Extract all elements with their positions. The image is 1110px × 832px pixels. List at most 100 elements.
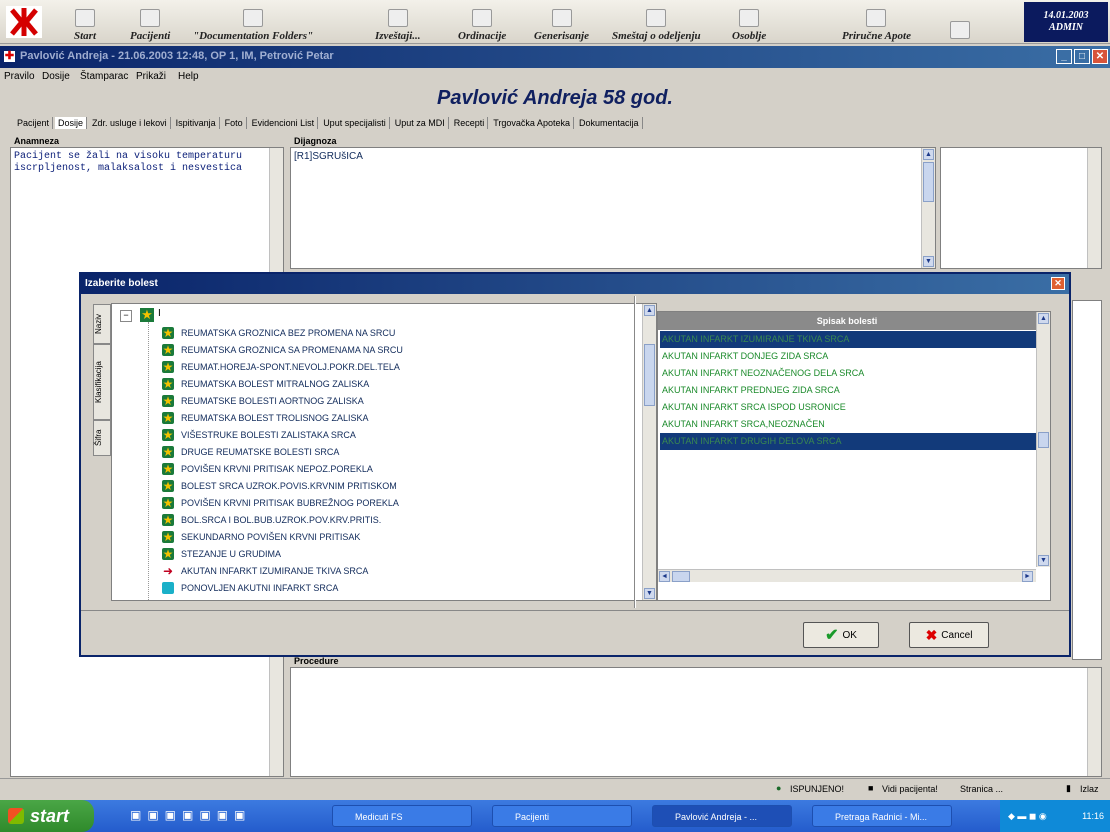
task-pavlovic[interactable]: Pavlović Andreja - ...: [652, 805, 792, 827]
tab-ispitivanja[interactable]: Ispitivanja: [172, 117, 220, 129]
toolbar-ordinacije-button[interactable]: Ordinacije: [458, 2, 506, 42]
scroll-up-icon[interactable]: ▲: [1038, 313, 1049, 324]
tab-evidencioni-list[interactable]: Evidencioni List: [248, 117, 319, 129]
task-pacijenti[interactable]: Pacijenti: [492, 805, 632, 827]
list-item-selected[interactable]: AKUTAN INFARKT DRUGIH DELOVA SRCA: [660, 433, 1037, 450]
toolbar-start-button[interactable]: Start: [74, 2, 96, 42]
toolbar-pacijenti-button[interactable]: Pacijenti: [130, 2, 170, 42]
tab-uput-specijalisti[interactable]: Uput specijalisti: [320, 117, 390, 129]
tree-item[interactable]: ★ REUMATSKE BOLESTI AORTNOG ZALISKA: [162, 392, 364, 409]
menu-dosije[interactable]: Dosije: [42, 71, 70, 82]
side-tab-klasifikacija[interactable]: Klasifikacija: [93, 344, 111, 420]
tree-item[interactable]: ★ DRUGE REUMATSKE BOLESTI SRCA: [162, 443, 339, 460]
quicklaunch-icons[interactable]: ▣▣▣▣▣▣▣: [130, 808, 280, 824]
minimize-icon[interactable]: _: [1056, 49, 1072, 64]
procedure-scrollbar[interactable]: [1087, 668, 1101, 776]
procedure-textarea[interactable]: [290, 667, 1102, 777]
menu-help[interactable]: Help: [178, 71, 199, 82]
menu-pravilo[interactable]: Pravilo: [4, 71, 35, 82]
dijagnoza-scrollbar[interactable]: ▲ ▼: [921, 148, 935, 268]
tree-scroll-thumb[interactable]: [644, 344, 655, 406]
dijagnoza-textarea[interactable]: [R1]SGRUšICA ▲ ▼: [290, 147, 936, 269]
menu-stamparac[interactable]: Štamparac: [80, 71, 128, 82]
tree-collapse-icon[interactable]: −: [120, 310, 132, 322]
list-item[interactable]: AKUTAN INFARKT SRCA,NEOZNAČEN: [660, 416, 1037, 433]
dialog-splitter[interactable]: [634, 296, 636, 608]
tray-icons[interactable]: ◆ ▬ ◼ ◉: [1008, 800, 1047, 832]
ok-button[interactable]: ✔ OK: [803, 622, 879, 648]
dijagnoza-scroll-thumb[interactable]: [923, 162, 934, 202]
tree-item[interactable]: ★ VIŠESTRUKE BOLESTI ZALISTAKA SRCA: [162, 426, 356, 443]
toolbar-izvestaji-button[interactable]: Izveštaji...: [375, 2, 421, 42]
list-item-selected[interactable]: AKUTAN INFARKT IZUMIRANJE TKIVA SRCA: [660, 331, 1037, 348]
list-item[interactable]: AKUTAN INFARKT NEOZNAČENOG DELA SRCA: [660, 365, 1037, 382]
status-stranica[interactable]: Stranica ...: [960, 784, 1003, 794]
tree-scrollbar[interactable]: ▲ ▼: [642, 304, 656, 600]
toolbar-help-button[interactable]: [950, 2, 970, 42]
scroll-up-icon[interactable]: ▲: [644, 305, 655, 316]
tab-recepti[interactable]: Recepti: [450, 117, 489, 129]
side-tab-sifra[interactable]: Šifra: [93, 420, 111, 456]
tab-dosije[interactable]: Dosije: [55, 117, 88, 129]
tree-item[interactable]: ★ REUMATSKA GROZNICA SA PROMENAMA NA SRCU: [162, 341, 403, 358]
right-panel-scrollbar[interactable]: [1087, 148, 1101, 268]
tree-item[interactable]: ★ REUMATSKA BOLEST MITRALNOG ZALISKA: [162, 375, 369, 392]
dijagnoza-text: [R1]SGRUšICA: [294, 151, 363, 162]
toolbar-documentation-button[interactable]: "Documentation Folders": [193, 2, 313, 42]
toolbar-izvestaji-label: Izveštaji...: [375, 30, 421, 42]
status-izlaz[interactable]: Izlaz: [1080, 784, 1099, 794]
tree-item[interactable]: ★ POVIŠEN KRVNI PRITISAK NEPOZ.POREKLA: [162, 460, 373, 477]
list-scrollbar-v[interactable]: ▲ ▼: [1036, 312, 1050, 567]
list-hscroll-thumb[interactable]: [672, 571, 690, 582]
tree-item[interactable]: ★ REUMATSKA GROZNICA BEZ PROMENA NA SRCU: [162, 324, 395, 341]
toolbar-smestaj-label: Smeštaj o odeljenju: [612, 30, 701, 42]
toolbar-osoblje-button[interactable]: Osoblje: [732, 2, 766, 42]
tab-pacijent[interactable]: Pacijent: [14, 117, 54, 129]
disease-tree[interactable]: − ★ I ★ REUMATSKA GROZNICA BEZ PROMENA NA…: [111, 303, 657, 601]
status-ispunjeno[interactable]: ISPUNJENO!: [790, 784, 844, 794]
tree-item-selected[interactable]: ➜ AKUTAN INFARKT IZUMIRANJE TKIVA SRCA: [162, 562, 368, 579]
tree-item-label: REUMAT.HOREJA-SPONT.NEVOLJ.POKR.DEL.TELA: [181, 361, 400, 372]
list-scrollbar-h[interactable]: ◄ ►: [658, 569, 1036, 582]
right-side-panel[interactable]: [940, 147, 1102, 269]
list-item[interactable]: AKUTAN INFARKT SRCA ISPOD USRONICE: [660, 399, 1037, 416]
tab-uput-mdi[interactable]: Uput za MDI: [391, 117, 449, 129]
list-item[interactable]: AKUTAN INFARKT PREDNJEG ZIDA SRCA: [660, 382, 1037, 399]
tree-item[interactable]: ★ BOL.SRCA I BOL.BUB.UZROK.POV.KRV.PRITIS…: [162, 511, 381, 528]
scroll-down-icon[interactable]: ▼: [923, 256, 934, 267]
side-tab-naziv[interactable]: Naziv: [93, 304, 111, 344]
tree-item[interactable]: ★ REUMAT.HOREJA-SPONT.NEVOLJ.POKR.DEL.TEL…: [162, 358, 400, 375]
toolbar-apoteka-button[interactable]: Priručne Apote: [842, 2, 911, 42]
toolbar-generisanje-button[interactable]: Generisanje: [534, 2, 589, 42]
task-medicuti[interactable]: Medicuti FS: [332, 805, 472, 827]
close-icon[interactable]: ✕: [1092, 49, 1108, 64]
menu-prikazi[interactable]: Prikaži: [136, 71, 166, 82]
clock[interactable]: 11:16: [1082, 811, 1104, 821]
scroll-up-icon[interactable]: ▲: [923, 149, 934, 160]
scroll-right-icon[interactable]: ►: [1022, 571, 1033, 582]
tab-apoteka[interactable]: Trgovačka Apoteka: [490, 117, 574, 129]
scroll-down-icon[interactable]: ▼: [1038, 555, 1049, 566]
cancel-button[interactable]: ✖ Cancel: [909, 622, 989, 648]
status-vidi-pacijenta[interactable]: Vidi pacijenta!: [882, 784, 938, 794]
tree-line: [148, 322, 150, 600]
dialog-close-icon[interactable]: ✕: [1051, 277, 1065, 290]
tree-item[interactable]: ★ STEZANJE U GRUDIMA: [162, 545, 281, 562]
tree-item[interactable]: ★ SEKUNDARNO POVIŠEN KRVNI PRITISAK: [162, 528, 360, 545]
tab-dokumentacija[interactable]: Dokumentacija: [575, 117, 643, 129]
start-button[interactable]: start: [0, 800, 94, 832]
tree-item[interactable]: ★ BOLEST SRCA UZROK.POVIS.KRVNIM PRITISKO…: [162, 477, 397, 494]
tree-item[interactable]: ● PONOVLJEN AKUTNI INFARKT SRCA: [162, 579, 338, 596]
scroll-down-icon[interactable]: ▼: [644, 588, 655, 599]
list-item[interactable]: AKUTAN INFARKT DONJEG ZIDA SRCA: [660, 348, 1037, 365]
tree-item[interactable]: ★ POVIŠEN KRVNI PRITISAK BUBREŽNOG POREKL…: [162, 494, 399, 511]
list-scroll-thumb[interactable]: [1038, 432, 1049, 448]
task-pretraga[interactable]: Pretraga Radnici - Mi...: [812, 805, 952, 827]
tree-item[interactable]: ★ REUMATSKA BOLEST TROLISNOG ZALISKA: [162, 409, 369, 426]
scroll-left-icon[interactable]: ◄: [659, 571, 670, 582]
tab-zdr-usluge[interactable]: Zdr. usluge i lekovi: [89, 117, 171, 129]
disease-list[interactable]: Spisak bolesti AKUTAN INFARKT IZUMIRANJE…: [657, 311, 1051, 601]
toolbar-smestaj-button[interactable]: Smeštaj o odeljenju: [612, 2, 701, 42]
tab-foto[interactable]: Foto: [221, 117, 247, 129]
maximize-icon[interactable]: □: [1074, 49, 1090, 64]
